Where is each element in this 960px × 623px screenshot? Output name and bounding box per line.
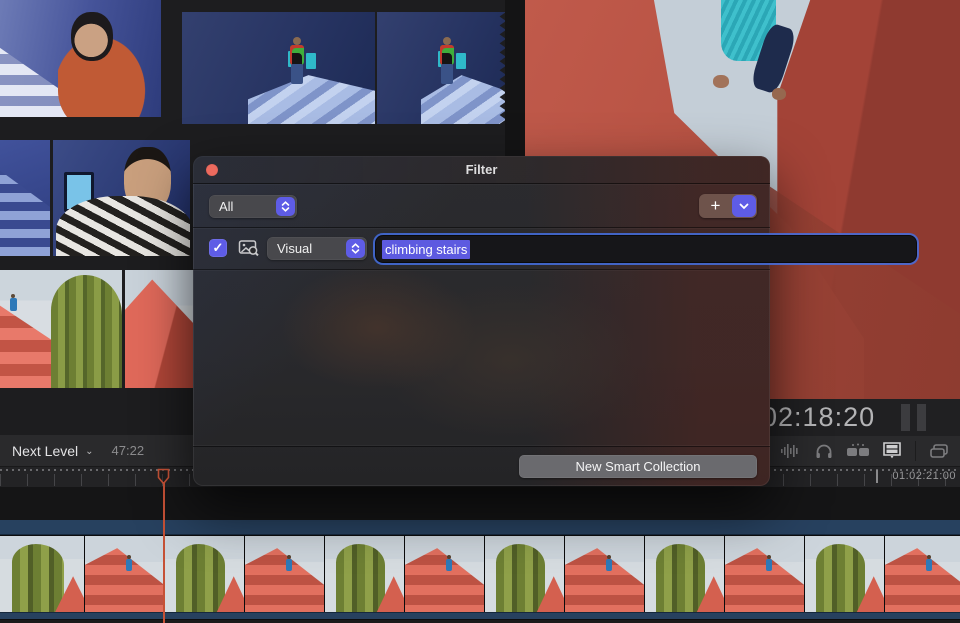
toolbar-divider xyxy=(915,441,916,461)
ruler-timecode: 01:02:21:00 xyxy=(892,470,956,482)
audio-waveform-icon[interactable] xyxy=(773,440,807,462)
add-rule-group: + xyxy=(699,194,757,218)
clip-thumbnail-orange-shirt[interactable] xyxy=(0,0,161,117)
updown-chevrons-icon xyxy=(346,239,365,258)
match-dropdown-value: All xyxy=(209,199,276,214)
person-art xyxy=(10,298,17,311)
timeline-clip[interactable] xyxy=(0,520,960,620)
dialog-titlebar[interactable]: Filter xyxy=(193,156,770,184)
person-art xyxy=(286,559,292,571)
timeline-background xyxy=(0,487,960,520)
stairs-art xyxy=(0,163,50,256)
striped-shirt-art xyxy=(56,196,190,256)
filter-match-row: All + xyxy=(193,184,770,228)
clip-thumbnail-blue-maze-2[interactable] xyxy=(377,12,506,124)
filmstrip-frame-cactus[interactable] xyxy=(165,536,245,612)
rule-type-value: Visual xyxy=(267,241,346,256)
filmstrip-frame-cactus[interactable] xyxy=(485,536,565,612)
cactus-art xyxy=(51,275,122,388)
person-art xyxy=(606,559,612,571)
add-rule-chevron-button[interactable] xyxy=(732,195,756,217)
filter-dialog: Filter All + ✓ Visual xyxy=(193,156,770,486)
stairs-art xyxy=(248,61,375,124)
clip-thumbnail-selfie[interactable] xyxy=(53,140,190,256)
clip-thumbnail-cactus-stairs[interactable] xyxy=(0,270,122,388)
clip-appearance-icon[interactable] xyxy=(875,440,909,462)
visual-search-icon xyxy=(238,239,260,257)
person-art xyxy=(926,559,932,571)
index-panel-icon[interactable] xyxy=(922,440,956,462)
pause-icon xyxy=(901,404,926,431)
clip-bottom-bar xyxy=(0,612,960,619)
playhead-line xyxy=(163,482,165,623)
clip-thumbnail-blue-maze-1[interactable] xyxy=(182,12,375,124)
dialog-body xyxy=(193,270,770,446)
filmstrip-frame-cactus[interactable] xyxy=(325,536,405,612)
stairs-art xyxy=(421,61,506,124)
rule-type-dropdown[interactable]: Visual xyxy=(267,237,367,260)
person-art xyxy=(436,37,458,85)
close-button[interactable] xyxy=(206,164,218,176)
dialog-footer: New Smart Collection xyxy=(193,446,770,485)
filmstrip-frame-stairs[interactable] xyxy=(725,536,805,612)
clip-thumbnail-red-pyramid[interactable] xyxy=(125,270,193,388)
headphones-icon[interactable] xyxy=(807,440,841,462)
project-name: Next Level xyxy=(12,443,78,459)
selected-query-text: climbing stairs xyxy=(382,240,470,259)
match-dropdown[interactable]: All xyxy=(209,195,297,218)
final-cut-pro-window: 02:18:20 Next Level ⌄ 47:22 xyxy=(0,0,960,623)
add-rule-button[interactable]: + xyxy=(699,195,732,217)
person-art xyxy=(126,559,132,571)
solo-clips-icon[interactable] xyxy=(841,440,875,462)
project-duration: 47:22 xyxy=(112,443,145,458)
filmstrip-frame-stairs[interactable] xyxy=(85,536,165,612)
person-teal-top-art xyxy=(703,0,799,96)
filmstrip-frame-stairs[interactable] xyxy=(245,536,325,612)
filmstrip-frame-cactus[interactable] xyxy=(805,536,885,612)
timeline-toolbar-icons xyxy=(739,435,960,467)
rule-enabled-checkbox[interactable]: ✓ xyxy=(209,239,227,257)
filmstrip-frame-cactus[interactable] xyxy=(645,536,725,612)
playhead[interactable] xyxy=(157,468,170,623)
pyramid-art xyxy=(125,279,193,388)
ruler-major-tick xyxy=(876,470,878,483)
updown-chevrons-icon xyxy=(276,197,295,216)
filmstrip-frame-cactus[interactable] xyxy=(0,536,85,612)
clip-top-bar xyxy=(0,520,960,535)
person-head-art xyxy=(71,12,113,61)
query-text-input[interactable]: climbing stairs xyxy=(376,236,916,262)
filmstrip-frame-stairs[interactable] xyxy=(565,536,645,612)
chevron-down-icon: ⌄ xyxy=(85,446,93,457)
dialog-title: Filter xyxy=(466,162,498,177)
person-art xyxy=(766,559,772,571)
filter-rule-row: ✓ Visual climbing stairs xyxy=(193,228,770,270)
timeline-filmstrip xyxy=(0,536,960,612)
timecode-value: 02:18:20 xyxy=(762,402,875,433)
person-art xyxy=(446,559,452,571)
clip-thumbnail-blue-steps[interactable] xyxy=(0,140,50,256)
filmstrip-frame-stairs[interactable] xyxy=(405,536,485,612)
person-art xyxy=(286,37,308,85)
filmstrip-frame-stairs[interactable] xyxy=(885,536,960,612)
project-selector[interactable]: Next Level ⌄ xyxy=(12,443,94,459)
new-smart-collection-button[interactable]: New Smart Collection xyxy=(519,455,757,478)
